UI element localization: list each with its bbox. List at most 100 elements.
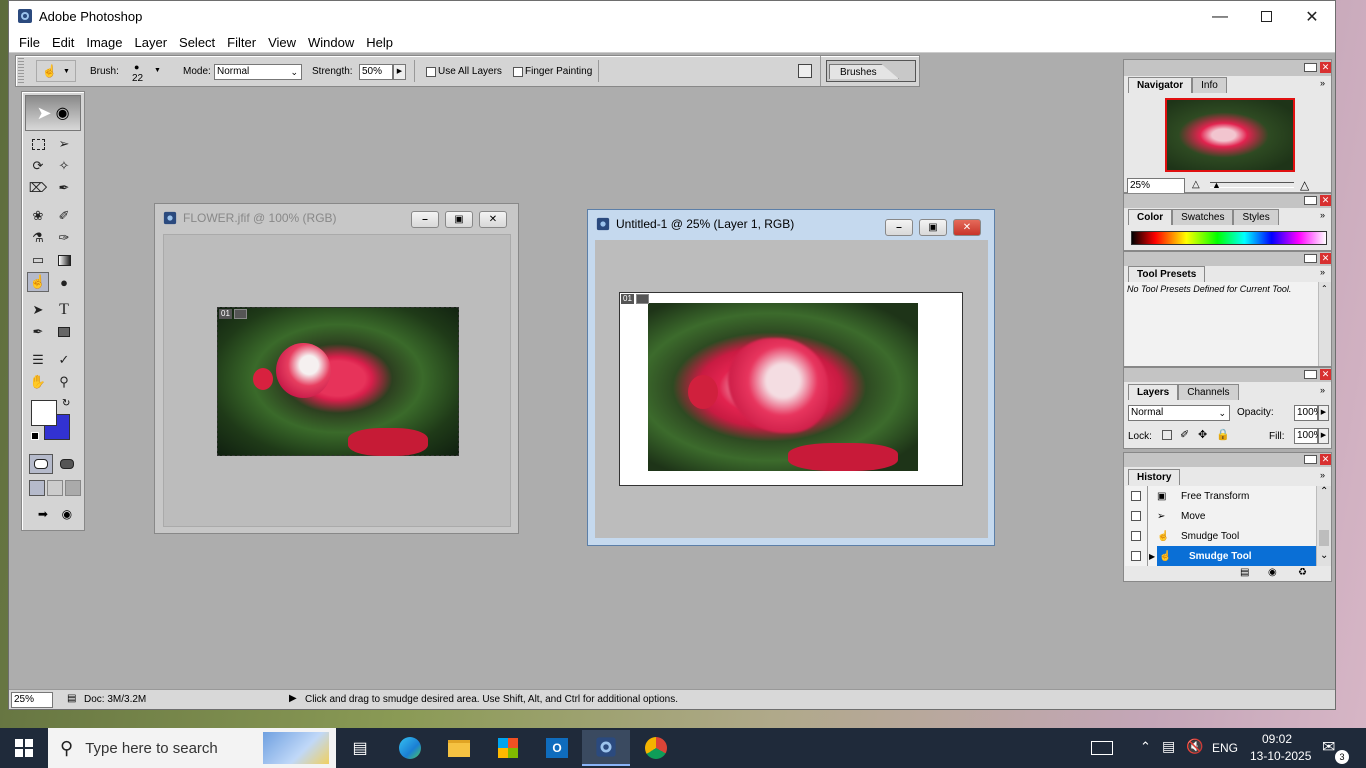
history-brush-tool[interactable]: ✑ [53, 228, 75, 248]
tab-tool-presets[interactable]: Tool Presets [1128, 266, 1206, 282]
eraser-tool[interactable]: ▭ [27, 250, 49, 270]
navigator-thumbnail[interactable] [1165, 98, 1295, 172]
tab-layers[interactable]: Layers [1128, 384, 1179, 400]
tab-info[interactable]: Info [1192, 77, 1227, 93]
type-tool[interactable]: T [53, 300, 75, 320]
opacity-slider-button[interactable]: ▶ [1318, 405, 1329, 421]
shape-tool[interactable] [53, 322, 75, 342]
brush-picker[interactable]: ● 22 ▼ [126, 59, 162, 85]
path-selection-tool[interactable]: ➤ [27, 300, 49, 320]
palette-well-toggle-icon[interactable] [798, 64, 812, 78]
doc-close-button[interactable]: ✕ [479, 211, 507, 228]
history-item-selected[interactable]: ▶ ☝ Smudge Tool [1125, 546, 1316, 566]
panel-header[interactable] [1124, 368, 1331, 382]
news-widget-button[interactable] [1082, 732, 1122, 764]
create-document-icon[interactable]: ▤ [1240, 567, 1249, 578]
full-screen-menu-mode-button[interactable] [47, 480, 63, 496]
zoom-tool[interactable]: ⚲ [53, 372, 75, 392]
swap-colors-icon[interactable]: ↻ [62, 398, 70, 409]
history-snapshot-checkbox[interactable] [1131, 491, 1141, 501]
panel-menu-icon[interactable]: » [1320, 210, 1325, 220]
lasso-tool[interactable]: ⟳ [27, 156, 49, 176]
minimize-button[interactable]: — [1197, 1, 1243, 32]
finger-painting-checkbox[interactable] [513, 67, 523, 77]
search-highlight-image[interactable] [263, 732, 329, 764]
zoom-in-icon[interactable]: △ [1300, 178, 1309, 192]
mode-select[interactable]: Normal ⌄ [214, 64, 302, 80]
task-view-button[interactable]: ▤ [340, 732, 380, 764]
crop-tool[interactable]: ⌦ [27, 178, 49, 198]
gradient-tool[interactable] [53, 250, 75, 270]
photoshop-taskbar-button[interactable] [582, 730, 630, 766]
panel-close-icon[interactable]: ✕ [1320, 454, 1331, 465]
document-canvas-area[interactable]: 01 [163, 234, 511, 527]
brushes-tab[interactable]: Brushes [829, 64, 899, 79]
panel-close-icon[interactable]: ✕ [1320, 195, 1331, 206]
menu-file[interactable]: File [13, 35, 46, 50]
scroll-down-icon[interactable]: ⌄ [1320, 550, 1328, 561]
history-snapshot-checkbox[interactable] [1131, 511, 1141, 521]
dodge-tool[interactable]: ● [53, 272, 75, 292]
opacity-input[interactable]: 100% [1294, 405, 1323, 421]
lock-transparency-icon[interactable] [1162, 430, 1172, 440]
lock-all-icon[interactable]: 🔒 [1216, 428, 1230, 441]
tab-channels[interactable]: Channels [1178, 384, 1239, 400]
notifications-icon[interactable]: ✉ [1322, 737, 1335, 757]
panel-menu-icon[interactable]: » [1320, 267, 1325, 277]
tool-presets-list[interactable]: No Tool Presets Defined for Current Tool… [1125, 282, 1318, 366]
toolbox-logo[interactable]: ➤ ◉ [25, 95, 81, 131]
quick-mask-button[interactable] [55, 454, 79, 474]
edge-button[interactable] [390, 732, 430, 764]
clock-date[interactable]: 13-10-2025 [1250, 749, 1311, 763]
doc-maximize-button[interactable]: ▣ [445, 211, 473, 228]
doc-close-button[interactable]: ✕ [953, 219, 981, 236]
menu-edit[interactable]: Edit [46, 35, 80, 50]
panel-header[interactable] [1124, 453, 1331, 467]
menu-help[interactable]: Help [360, 35, 399, 50]
menu-filter[interactable]: Filter [221, 35, 262, 50]
jump-to-imageready-button[interactable]: ➡ ◉ [31, 504, 79, 524]
menu-view[interactable]: View [262, 35, 302, 50]
network-icon[interactable]: ▤ [1162, 738, 1175, 755]
panel-close-icon[interactable]: ✕ [1320, 253, 1331, 264]
tab-styles[interactable]: Styles [1233, 209, 1279, 225]
panel-minimize-icon[interactable] [1304, 254, 1317, 263]
history-item[interactable]: ➢ Move [1125, 506, 1316, 526]
history-snapshot-checkbox[interactable] [1131, 551, 1141, 561]
rectangular-marquee-tool[interactable] [27, 134, 49, 154]
language-indicator[interactable]: ENG [1212, 741, 1238, 755]
panel-close-icon[interactable]: ✕ [1320, 369, 1331, 380]
panel-menu-icon[interactable]: » [1320, 470, 1325, 480]
trash-icon[interactable]: ♻ [1298, 567, 1307, 578]
maximize-button[interactable] [1243, 1, 1289, 32]
eyedropper-tool[interactable]: ✓ [53, 350, 75, 370]
strength-slider-button[interactable]: ▶ [393, 64, 406, 80]
history-snapshot-checkbox[interactable] [1131, 531, 1141, 541]
panel-menu-icon[interactable]: » [1320, 78, 1325, 88]
panel-close-icon[interactable]: ✕ [1320, 62, 1331, 73]
panel-menu-icon[interactable]: » [1320, 385, 1325, 395]
panel-header[interactable] [1124, 252, 1331, 266]
menu-window[interactable]: Window [302, 35, 360, 50]
scroll-up-icon[interactable]: ⌃ [1320, 486, 1328, 497]
history-item[interactable]: ☝ Smudge Tool [1125, 526, 1316, 546]
color-ramp[interactable] [1131, 231, 1327, 245]
file-explorer-button[interactable] [439, 732, 479, 764]
blend-mode-select[interactable]: Normal ⌄ [1128, 405, 1230, 421]
tool-preset-picker[interactable]: ☝ ▼ [36, 60, 76, 82]
scrollbar-thumb[interactable] [1319, 530, 1329, 546]
flower-image[interactable]: 01 [217, 307, 459, 456]
panel-minimize-icon[interactable] [1304, 63, 1317, 72]
tab-swatches[interactable]: Swatches [1172, 209, 1234, 225]
healing-brush-tool[interactable]: ❀ [27, 206, 49, 226]
panel-header[interactable] [1124, 60, 1331, 76]
panel-minimize-icon[interactable] [1304, 370, 1317, 379]
zoom-slider[interactable] [1210, 182, 1294, 188]
tab-navigator[interactable]: Navigator [1128, 77, 1193, 93]
volume-muted-icon[interactable]: 🔇 [1186, 738, 1203, 755]
zoom-slider-thumb-icon[interactable]: ▲ [1212, 180, 1221, 190]
outlook-button[interactable]: O [537, 732, 577, 764]
use-all-layers-checkbox[interactable] [426, 67, 436, 77]
scrollbar[interactable]: ⌃ [1318, 282, 1331, 366]
taskbar-search-box[interactable]: ⚲ Type here to search [48, 728, 336, 768]
